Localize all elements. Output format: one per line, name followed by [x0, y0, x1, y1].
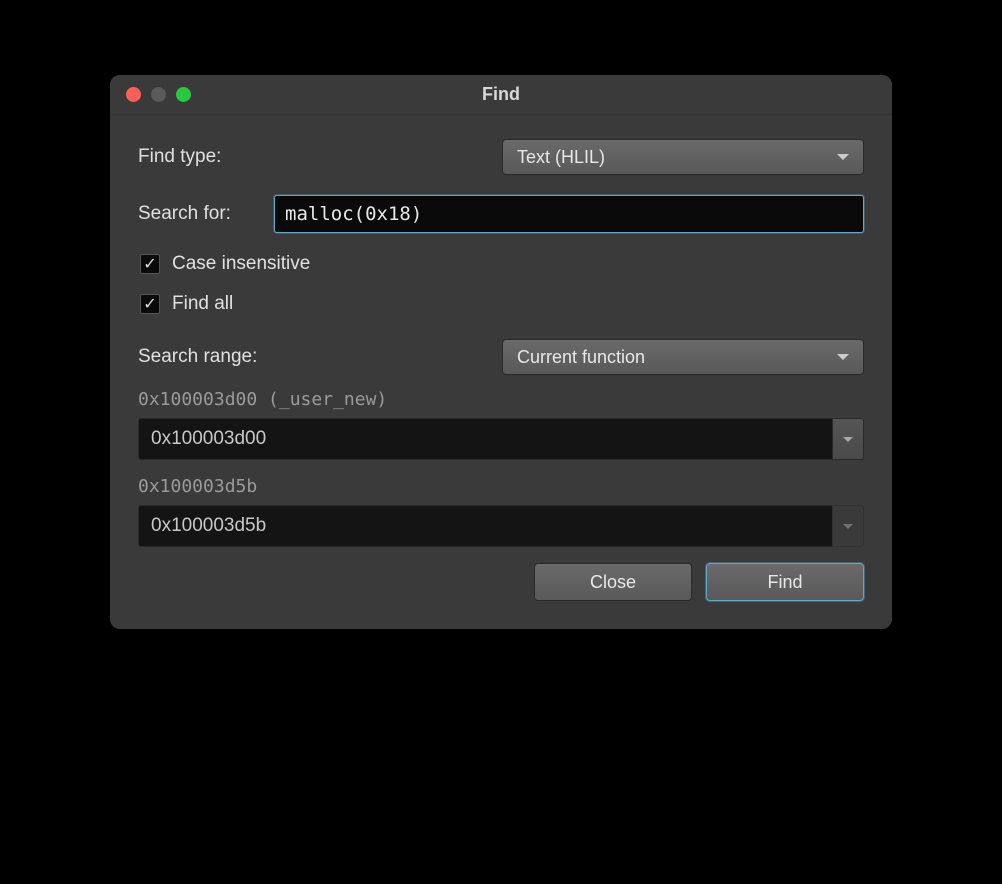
- close-button-label: Close: [590, 572, 636, 593]
- search-for-input[interactable]: [274, 195, 864, 233]
- close-button[interactable]: Close: [534, 563, 692, 601]
- start-address-input[interactable]: 0x100003d00: [138, 418, 832, 460]
- end-address-input[interactable]: 0x100003d5b: [138, 505, 832, 547]
- search-range-select[interactable]: Current function: [502, 339, 864, 375]
- find-all-checkbox[interactable]: ✓: [140, 294, 160, 314]
- end-address-hint: 0x100003d5b: [138, 476, 864, 497]
- find-all-label[interactable]: Find all: [172, 293, 233, 315]
- find-button-label: Find: [767, 572, 802, 593]
- chevron-down-icon: [837, 354, 849, 360]
- case-insensitive-label[interactable]: Case insensitive: [172, 253, 310, 275]
- find-type-value: Text (HLIL): [517, 147, 605, 168]
- find-type-label: Find type:: [138, 146, 502, 168]
- case-insensitive-checkbox[interactable]: ✓: [140, 254, 160, 274]
- chevron-down-icon: [843, 437, 853, 442]
- find-type-select[interactable]: Text (HLIL): [502, 139, 864, 175]
- dialog-content: Find type: Text (HLIL) Search for: ✓ Cas…: [110, 115, 892, 629]
- start-address-dropdown-button[interactable]: [832, 418, 864, 460]
- search-range-value: Current function: [517, 347, 645, 368]
- end-address-dropdown-button: [832, 505, 864, 547]
- search-for-label: Search for:: [138, 203, 274, 225]
- find-dialog: Find Find type: Text (HLIL) Search for: …: [110, 75, 892, 629]
- end-address-value: 0x100003d5b: [151, 515, 266, 537]
- search-range-label: Search range:: [138, 346, 502, 368]
- start-address-hint: 0x100003d00 (_user_new): [138, 389, 864, 410]
- window-title: Find: [482, 84, 520, 105]
- window-minimize-button[interactable]: [151, 87, 166, 102]
- start-address-value: 0x100003d00: [151, 428, 266, 450]
- traffic-lights: [110, 87, 191, 102]
- titlebar: Find: [110, 75, 892, 115]
- chevron-down-icon: [837, 154, 849, 160]
- window-maximize-button[interactable]: [176, 87, 191, 102]
- chevron-down-icon: [843, 524, 853, 529]
- find-button[interactable]: Find: [706, 563, 864, 601]
- window-close-button[interactable]: [126, 87, 141, 102]
